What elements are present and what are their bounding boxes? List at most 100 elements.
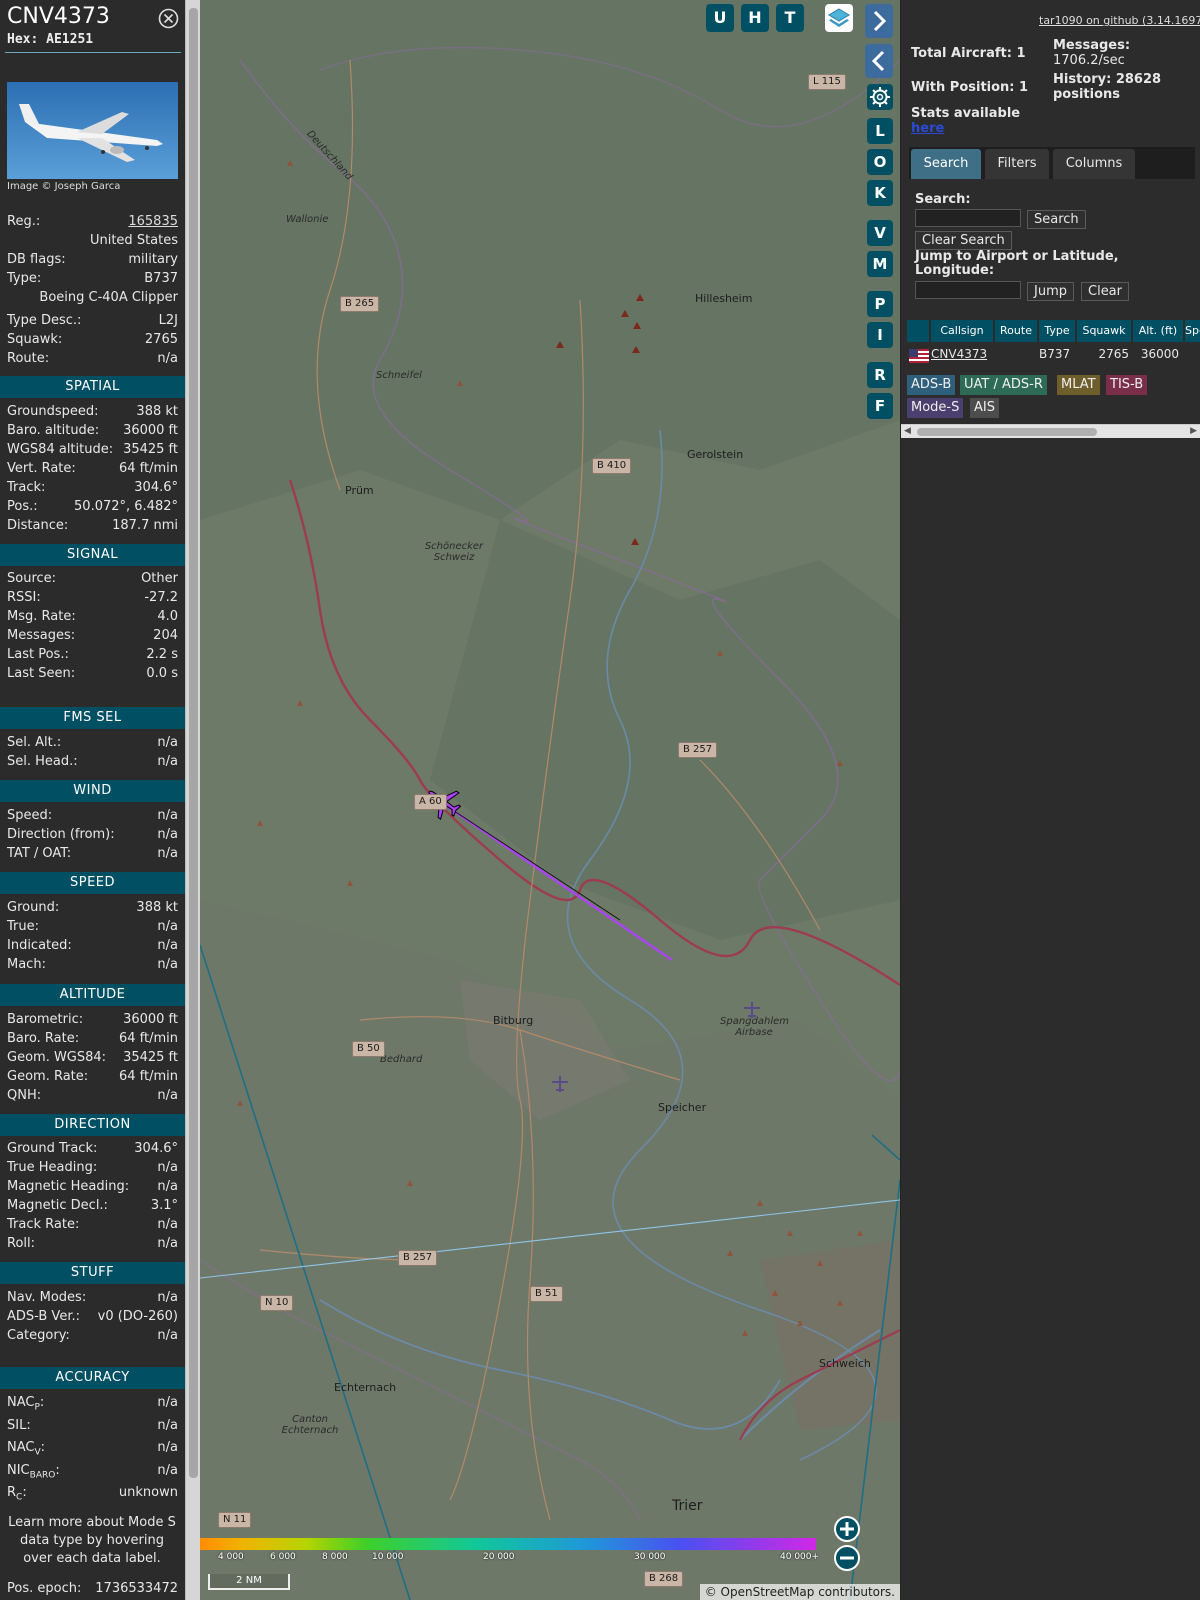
jump-input[interactable] <box>915 281 1021 299</box>
layers-button[interactable] <box>825 4 853 32</box>
accuracy-label[interactable]: NAC <box>7 1395 34 1410</box>
tab-search[interactable]: Search <box>911 149 981 179</box>
direction-label[interactable]: Roll: <box>7 1235 35 1253</box>
speed-label[interactable]: True: <box>7 918 39 936</box>
table-header-altitude[interactable]: Alt. (ft) <box>1133 320 1183 342</box>
info-panel-scrollbar[interactable] <box>185 0 200 1600</box>
accuracy-label[interactable]: NAC <box>7 1440 34 1455</box>
side-button-r[interactable]: R <box>867 362 893 388</box>
wind-label[interactable]: Direction (from): <box>7 826 115 844</box>
direction-label[interactable]: Magnetic Heading: <box>7 1178 129 1196</box>
signal-label[interactable]: Messages: <box>7 627 75 645</box>
map-canvas[interactable] <box>200 0 900 1600</box>
table-horizontal-scrollbar[interactable]: ◀ ▶ <box>901 424 1200 438</box>
reg-link[interactable]: 165835 <box>128 213 178 231</box>
spatial-label[interactable]: Baro. altitude: <box>7 422 99 440</box>
altitude-label[interactable]: Geom. WGS84: <box>7 1049 106 1067</box>
fms-label[interactable]: Sel. Alt.: <box>7 734 61 752</box>
direction-label[interactable]: Track Rate: <box>7 1216 79 1234</box>
speed-label[interactable]: Indicated: <box>7 937 72 955</box>
stuff-label[interactable]: ADS-B Ver.: <box>7 1308 80 1326</box>
side-button-p[interactable]: P <box>867 291 893 317</box>
table-header-callsign[interactable]: Callsign <box>931 320 993 342</box>
tab-filters[interactable]: Filters <box>985 149 1049 179</box>
speed-label[interactable]: Mach: <box>7 956 46 974</box>
altitude-label[interactable]: Baro. Rate: <box>7 1030 79 1048</box>
badge-modes[interactable]: Mode-S <box>907 398 964 418</box>
spatial-label[interactable]: Pos.: <box>7 498 38 516</box>
toolbar-button-u[interactable]: U <box>706 4 734 32</box>
search-input[interactable] <box>915 209 1021 227</box>
wind-label[interactable]: TAT / OAT: <box>7 845 71 863</box>
side-button-o[interactable]: O <box>867 149 893 175</box>
table-header-flag[interactable] <box>907 320 929 342</box>
badge-adsb[interactable]: ADS-B <box>907 375 956 395</box>
spatial-label[interactable]: Distance: <box>7 517 68 535</box>
section-header-accuracy[interactable]: ACCURACY <box>0 1367 185 1389</box>
stuff-label[interactable]: Category: <box>7 1327 70 1345</box>
tab-columns[interactable]: Columns <box>1053 149 1135 179</box>
stats-link[interactable]: here <box>911 121 944 136</box>
row-callsign[interactable]: CNV4373 <box>931 345 987 363</box>
badge-mlat[interactable]: MLAT <box>1057 375 1100 395</box>
section-header-spatial[interactable]: SPATIAL <box>0 376 185 398</box>
side-button-f[interactable]: F <box>867 393 893 419</box>
section-header-altitude[interactable]: ALTITUDE <box>0 984 185 1006</box>
collapse-left-button[interactable] <box>865 44 893 78</box>
signal-label[interactable]: RSSI: <box>7 589 41 607</box>
altitude-label[interactable]: QNH: <box>7 1087 41 1105</box>
section-header-speed[interactable]: SPEED <box>0 872 185 894</box>
badge-ais[interactable]: AIS <box>970 398 999 418</box>
spatial-label[interactable]: Groundspeed: <box>7 403 98 421</box>
github-link[interactable]: tar1090 on github (3.14.1697) <box>1039 14 1200 27</box>
scroll-right-icon[interactable]: ▶ <box>1190 426 1197 436</box>
settings-button[interactable] <box>867 84 893 110</box>
altitude-label[interactable]: Geom. Rate: <box>7 1068 88 1086</box>
speed-label[interactable]: Ground: <box>7 899 59 917</box>
side-button-l[interactable]: L <box>867 118 893 144</box>
spatial-label[interactable]: WGS84 altitude: <box>7 441 113 459</box>
wind-label[interactable]: Speed: <box>7 807 52 825</box>
side-button-v[interactable]: V <box>867 220 893 246</box>
table-header-route[interactable]: Route <box>995 320 1037 342</box>
spatial-label[interactable]: Vert. Rate: <box>7 460 76 478</box>
section-header-wind[interactable]: WIND <box>0 780 185 802</box>
altitude-label[interactable]: Barometric: <box>7 1011 83 1029</box>
badge-tisb[interactable]: TIS-B <box>1106 375 1148 395</box>
direction-label[interactable]: Ground Track: <box>7 1140 97 1158</box>
close-icon[interactable] <box>158 8 179 29</box>
side-button-i[interactable]: I <box>867 322 893 348</box>
search-button[interactable]: Search <box>1027 210 1086 229</box>
jump-button[interactable]: Jump <box>1027 282 1074 301</box>
scroll-left-icon[interactable]: ◀ <box>904 426 911 436</box>
zoom-out-button[interactable] <box>834 1545 860 1571</box>
fms-label[interactable]: Sel. Head.: <box>7 753 78 771</box>
scrollbar-thumb[interactable] <box>917 428 1097 436</box>
table-header-type[interactable]: Type <box>1039 320 1075 342</box>
signal-label[interactable]: Last Pos.: <box>7 646 69 664</box>
stuff-label[interactable]: Nav. Modes: <box>7 1289 86 1307</box>
accuracy-label[interactable]: R <box>7 1485 16 1500</box>
spatial-label[interactable]: Track: <box>7 479 45 497</box>
map-view[interactable]: Hillesheim Gerolstein Prüm Bitburg Speic… <box>200 0 900 1600</box>
zoom-in-button[interactable] <box>834 1516 860 1542</box>
signal-label[interactable]: Source: <box>7 570 56 588</box>
section-header-fms[interactable]: FMS SEL <box>0 707 185 729</box>
side-button-m[interactable]: M <box>867 251 893 277</box>
side-button-k[interactable]: K <box>867 180 893 206</box>
scrollbar-thumb[interactable] <box>189 8 198 1478</box>
direction-label[interactable]: True Heading: <box>7 1159 97 1177</box>
table-header-speed[interactable]: Spe <box>1185 320 1200 342</box>
signal-label[interactable]: Msg. Rate: <box>7 608 76 626</box>
table-header-squawk[interactable]: Squawk <box>1077 320 1131 342</box>
toolbar-button-h[interactable]: H <box>741 4 769 32</box>
aircraft-photo[interactable] <box>7 82 178 179</box>
section-header-stuff[interactable]: STUFF <box>0 1262 185 1284</box>
clear-search-button[interactable]: Clear Search <box>915 231 1012 250</box>
map-attribution[interactable]: © OpenStreetMap contributors. <box>699 1584 900 1600</box>
section-header-signal[interactable]: SIGNAL <box>0 544 185 566</box>
clear-jump-button[interactable]: Clear <box>1081 282 1129 301</box>
accuracy-label[interactable]: NIC <box>7 1463 30 1478</box>
accuracy-label[interactable]: SIL: <box>7 1417 31 1435</box>
expand-right-button[interactable] <box>865 4 893 38</box>
